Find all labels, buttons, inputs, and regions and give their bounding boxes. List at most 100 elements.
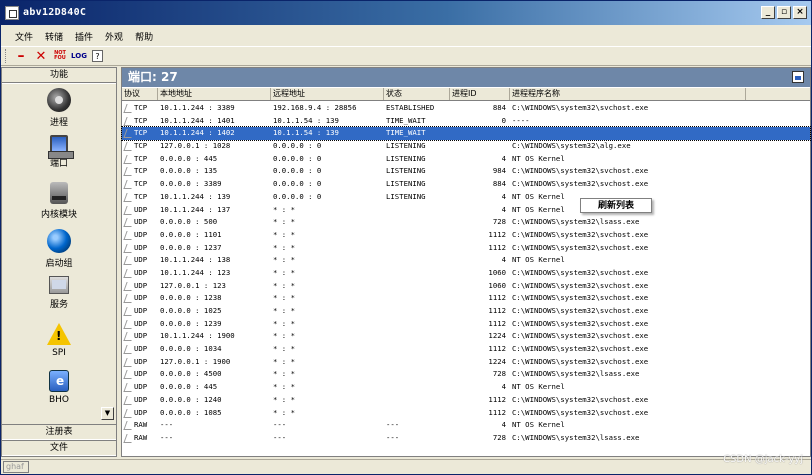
table-row[interactable]: UDP 0.0.0.0 : 1025 * : * 1112 C:\WINDOWS\sys… (122, 305, 810, 318)
nav-item-kernel-module[interactable]: 内核模块 (2, 182, 116, 220)
close-button[interactable]: × (793, 6, 807, 19)
menu-dump[interactable]: 转储 (39, 27, 69, 45)
table-row[interactable]: TCP 10.1.1.244 : 139 0.0.0.0 : 0 LISTENING 4… (122, 191, 810, 204)
table-row[interactable]: UDP 0.0.0.0 : 4500 * : * 728 C:\WINDOWS\syst… (122, 368, 810, 381)
nav-item-port[interactable]: 端口 (2, 135, 116, 169)
cell-process-name: NT OS Kernel (512, 255, 565, 265)
table-row[interactable]: RAW --- --- --- 728 C:\WINDOWS\system32\lsass… (122, 432, 810, 445)
services-icon (49, 276, 69, 294)
cell-remote-address: * : * (273, 382, 295, 392)
cell-protocol: UDP (122, 242, 158, 255)
port-panel-header: 端口: 27 (122, 68, 810, 87)
nav-item-services[interactable]: 服务 (2, 276, 116, 310)
table-row[interactable]: RAW --- --- --- 4 NT OS Kernel (122, 419, 810, 432)
column-protocol[interactable]: 协议 (122, 88, 158, 100)
table-row[interactable]: TCP 0.0.0.0 : 135 0.0.0.0 : 0 LISTENING 984 C… (122, 165, 810, 178)
nav-item-label: 内核模块 (40, 210, 77, 220)
nav-item-startup[interactable]: 启动组 (2, 229, 116, 269)
cell-state: TIME_WAIT (386, 128, 426, 138)
table-row[interactable]: UDP 0.0.0.0 : 1034 * : * 1112 C:\WINDOWS\sys… (122, 343, 810, 356)
not-found-icon[interactable]: NOT FOU (54, 49, 66, 63)
cell-process-name: C:\WINDOWS\system32\svchost.exe (512, 306, 649, 315)
table-row[interactable]: UDP 0.0.0.0 : 1238 * : * 1112 C:\WINDOWS\sys… (122, 292, 810, 305)
function-panel: 功能 进程 端口 内核模块 启动组 服务 ! SPI e BHO ▼ 注册表 文… (1, 67, 117, 457)
nav-item-process[interactable]: 进程 (2, 88, 116, 128)
column-remote-address[interactable]: 远程地址 (271, 88, 384, 100)
table-row[interactable]: TCP 0.0.0.0 : 3389 0.0.0.0 : 0 LISTENING 884… (122, 178, 810, 191)
cell-remote-address: * : * (273, 267, 295, 277)
column-process-name[interactable]: 进程程序名称 (510, 88, 746, 100)
cell-process-name: C:\WINDOWS\system32\svchost.exe (512, 293, 649, 303)
export-icon[interactable] (792, 71, 804, 83)
column-pid[interactable]: 进程ID (450, 88, 510, 100)
cell-local-address: 0.0.0.0 : 3389 (160, 179, 222, 189)
cell-state: TIME_WAIT (386, 115, 426, 125)
table-row[interactable]: UDP 0.0.0.0 : 445 * : * 4 NT OS Kernel (122, 381, 810, 394)
table-row[interactable]: UDP 10.1.1.244 : 1900 * : * 1224 C:\WINDOWS\… (122, 330, 810, 343)
title-bar[interactable]: abv12D840C _ ▫ × (1, 1, 811, 25)
cell-remote-address: 10.1.1.54 : 139 (273, 128, 339, 138)
table-row[interactable]: UDP 10.1.1.244 : 138 * : * 4 NT OS Kernel (122, 254, 810, 267)
table-row[interactable]: UDP 127.0.0.1 : 123 * : * 1060 C:\WINDOWS\sy… (122, 280, 810, 293)
table-row[interactable]: UDP 127.0.0.1 : 1900 * : * 1224 C:\WINDOWS\s… (122, 356, 810, 369)
cell-protocol: UDP (122, 305, 158, 318)
cell-remote-address: * : * (273, 255, 295, 265)
cell-local-address: 0.0.0.0 : 445 (160, 382, 218, 392)
restore-button[interactable]: ▫ (777, 6, 791, 19)
table-row[interactable]: UDP 0.0.0.0 : 1101 * : * 1112 C:\WINDOWS\sys… (122, 229, 810, 242)
cell-state (384, 368, 450, 381)
cell-state (384, 292, 450, 305)
column-state[interactable]: 状态 (384, 88, 450, 100)
cell-local-address: 10.1.1.244 : 138 (160, 255, 231, 265)
table-row[interactable]: UDP 0.0.0.0 : 1237 * : * 1112 C:\WINDOWS\sys… (122, 242, 810, 255)
section-files[interactable]: 文件 (2, 440, 116, 455)
scroll-down-icon[interactable]: ▼ (101, 407, 114, 420)
table-header: 协议 本地地址 远程地址 状态 进程ID 进程程序名称 (122, 88, 810, 101)
menu-file[interactable]: 文件 (9, 27, 39, 45)
nav-item-bho[interactable]: BHO (2, 370, 116, 405)
section-registry[interactable]: 注册表 (2, 424, 116, 439)
nav-item-spi[interactable]: SPI (2, 323, 116, 358)
menu-help[interactable]: 帮助 (129, 27, 159, 45)
context-menu-refresh-list[interactable]: 刷新列表 (580, 198, 652, 213)
cell-local-address: 0.0.0.0 : 500 (160, 217, 218, 227)
table-row[interactable]: UDP 0.0.0.0 : 500 * : * 728 C:\WINDOWS\syste… (122, 216, 810, 229)
log-icon[interactable]: LOG (71, 49, 87, 63)
table-row[interactable]: TCP 10.1.1.244 : 1401 10.1.1.54 : 139 TIME_… (122, 115, 810, 128)
nav-item-label: 进程 (49, 118, 68, 128)
column-local-address[interactable]: 本地地址 (158, 88, 271, 100)
table-row[interactable]: TCP 0.0.0.0 : 445 0.0.0.0 : 0 LISTENING 4 NT … (122, 153, 810, 166)
cell-pid: 1112 (488, 242, 506, 252)
cell-protocol: TCP (122, 102, 158, 115)
table-row[interactable]: UDP 0.0.0.0 : 1240 * : * 1112 C:\WINDOWS\sys… (122, 394, 810, 407)
table-row[interactable]: UDP 10.1.1.244 : 137 * : * 4 NT OS Kernel (122, 204, 810, 217)
cell-process-name: NT OS Kernel (512, 382, 565, 392)
cell-local-address: 127.0.0.1 : 1028 (160, 141, 231, 151)
menu-appearance[interactable]: 外观 (99, 27, 129, 45)
cell-local-address: 10.1.1.244 : 1402 (160, 128, 235, 138)
help-icon[interactable]: ? (92, 50, 103, 62)
minimize-button[interactable]: _ (761, 6, 775, 19)
port-panel: 端口: 27 协议 本地地址 远程地址 状态 进程ID 进程程序名称 TCP 10… (121, 67, 811, 457)
cell-process-name: C:\WINDOWS\system32\lsass.exe (512, 432, 640, 442)
minus-icon[interactable]: – (14, 48, 28, 64)
cell-local-address: 0.0.0.0 : 4500 (160, 369, 222, 379)
cell-pid: 1112 (488, 229, 506, 239)
table-row[interactable]: UDP 0.0.0.0 : 1239 * : * 1112 C:\WINDOWS\sys… (122, 318, 810, 331)
delete-icon[interactable]: ✕ (34, 49, 48, 64)
menu-plugins[interactable]: 插件 (69, 27, 99, 45)
cell-remote-address: * : * (273, 204, 295, 214)
toolbar-grip[interactable] (5, 49, 8, 63)
cell-process-name: C:\WINDOWS\system32\svchost.exe (512, 267, 649, 277)
cell-pid: 1060 (488, 280, 506, 290)
cell-local-address: 0.0.0.0 : 1240 (160, 394, 222, 404)
table-row[interactable]: TCP 10.1.1.244 : 1402 10.1.1.54 : 139 TIME_… (121, 126, 811, 142)
cell-remote-address: * : * (273, 229, 295, 239)
cell-protocol: UDP (122, 394, 158, 407)
kernel-module-icon (50, 182, 68, 204)
table-row[interactable]: UDP 10.1.1.244 : 123 * : * 1060 C:\WINDOWS\s… (122, 267, 810, 280)
cell-pid: 4 (501, 420, 506, 430)
table-row[interactable]: TCP 127.0.0.1 : 1028 0.0.0.0 : 0 LISTENING C… (122, 140, 810, 153)
table-row[interactable]: TCP 10.1.1.244 : 3389 192.168.9.4 : 28856 E… (122, 102, 810, 115)
table-row[interactable]: UDP 0.0.0.0 : 1085 * : * 1112 C:\WINDOWS\sys… (122, 407, 810, 420)
